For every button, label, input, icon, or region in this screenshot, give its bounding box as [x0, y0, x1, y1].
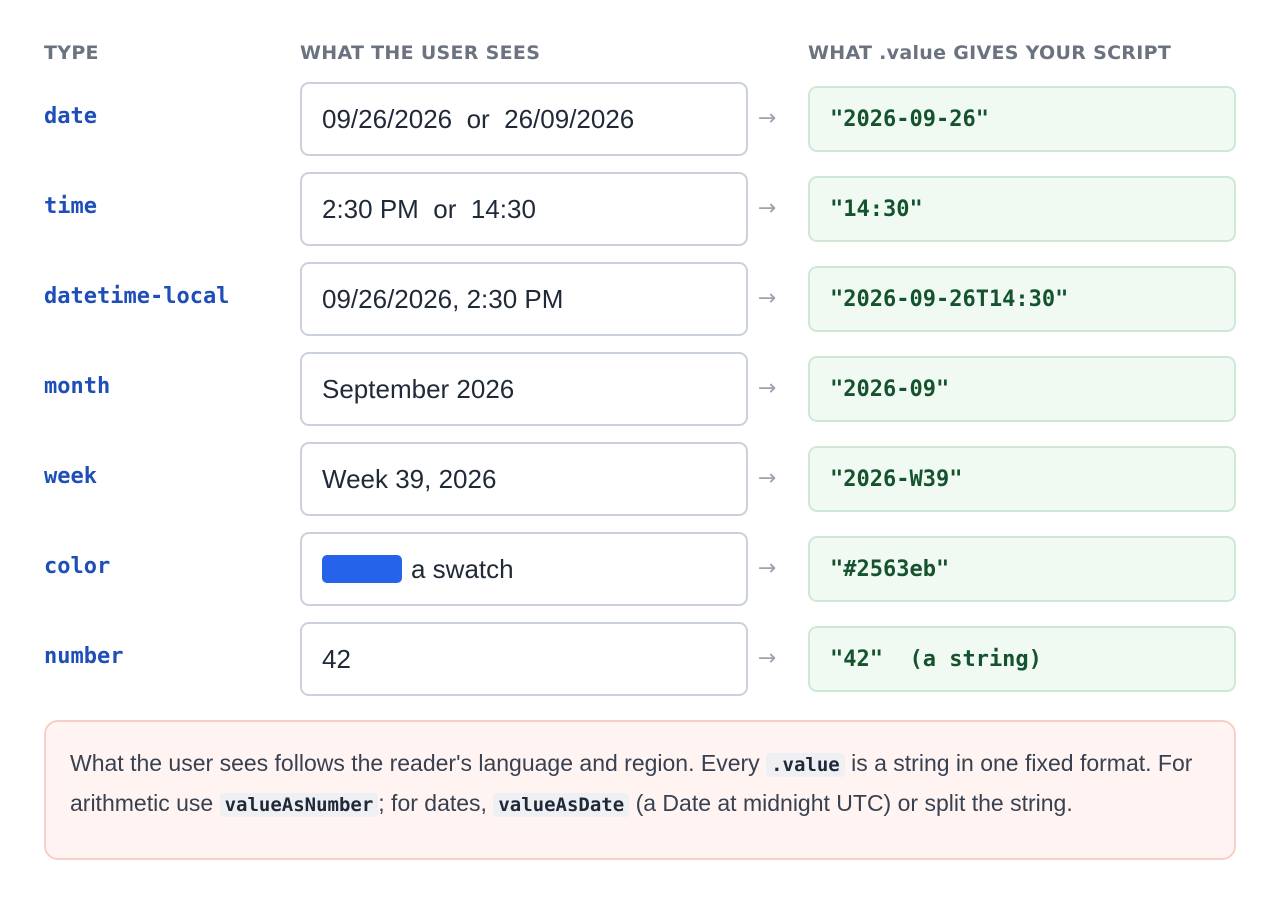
note-code-value-as-date: valueAsDate — [493, 793, 630, 817]
user-sees-box: Week 39, 2026 — [300, 442, 748, 516]
table-row: week Week 39, 2026 → "2026-W39" — [44, 442, 1236, 532]
user-sees-box: 09/26/2026, 2:30 PM — [300, 262, 748, 336]
locale-note: What the user sees follows the reader's … — [44, 720, 1236, 860]
script-value-box: "14:30" — [808, 176, 1236, 242]
header-what-value-gives: WHAT .value GIVES YOUR SCRIPT — [808, 42, 1172, 64]
user-sees-box: September 2026 — [300, 352, 748, 426]
type-name: color — [44, 554, 111, 579]
script-value-box: "2026-W39" — [808, 446, 1236, 512]
script-value-text: "14:30" — [830, 196, 923, 222]
color-swatch — [322, 555, 402, 583]
user-sees-text: September 2026 — [322, 373, 515, 404]
user-sees-text: Week 39, 2026 — [322, 463, 497, 494]
header-what-user-sees: WHAT THE USER SEES — [300, 42, 541, 64]
user-sees-text: 09/26/2026, 2:30 PM — [322, 283, 564, 314]
header-type: TYPE — [44, 42, 99, 64]
script-value-box: "#2563eb" — [808, 536, 1236, 602]
user-sees-text: 2:30 PM or 14:30 — [322, 193, 536, 224]
script-value-box: "2026-09-26" — [808, 86, 1236, 152]
arrow-right-icon: → — [757, 466, 777, 491]
script-value-text: "42" (a string) — [830, 646, 1042, 672]
arrow-right-icon: → — [757, 196, 777, 221]
script-value-box: "2026-09-26T14:30" — [808, 266, 1236, 332]
script-value-text: "#2563eb" — [830, 556, 950, 582]
user-sees-box: a swatch — [300, 532, 748, 606]
table-header: TYPE WHAT THE USER SEES WHAT .value GIVE… — [44, 40, 1236, 82]
type-name: week — [44, 464, 97, 489]
user-sees-text: a swatch — [411, 553, 514, 584]
note-text: What the user sees follows the reader's … — [70, 750, 767, 776]
arrow-right-icon: → — [757, 556, 777, 581]
script-value-text: "2026-09-26T14:30" — [830, 286, 1069, 312]
user-sees-box: 2:30 PM or 14:30 — [300, 172, 748, 246]
arrow-right-icon: → — [757, 286, 777, 311]
note-text: ; for dates, — [378, 790, 494, 816]
note-code-value: .value — [766, 753, 845, 777]
table-row: month September 2026 → "2026-09" — [44, 352, 1236, 442]
type-name: date — [44, 104, 97, 129]
table-row: number 42 → "42" (a string) — [44, 622, 1236, 712]
script-value-text: "2026-W39" — [830, 466, 963, 492]
type-name: month — [44, 374, 111, 399]
user-sees-box: 42 — [300, 622, 748, 696]
script-value-text: "2026-09" — [830, 376, 950, 402]
user-sees-text: 09/26/2026 or 26/09/2026 — [322, 103, 635, 134]
script-value-box: "42" (a string) — [808, 626, 1236, 692]
arrow-right-icon: → — [757, 106, 777, 131]
type-name: number — [44, 644, 124, 669]
note-text: (a Date at midnight UTC) or split the st… — [629, 790, 1073, 816]
script-value-box: "2026-09" — [808, 356, 1236, 422]
table-row: color a swatch → "#2563eb" — [44, 532, 1236, 622]
user-sees-text: 42 — [322, 643, 351, 674]
input-types-table: TYPE WHAT THE USER SEES WHAT .value GIVE… — [44, 40, 1236, 712]
script-value-text: "2026-09-26" — [830, 106, 989, 132]
arrow-right-icon: → — [757, 646, 777, 671]
type-name: time — [44, 194, 97, 219]
type-name: datetime-local — [44, 284, 230, 309]
table-row: datetime-local 09/26/2026, 2:30 PM → "20… — [44, 262, 1236, 352]
arrow-right-icon: → — [757, 376, 777, 401]
table-row: date 09/26/2026 or 26/09/2026 → "2026-09… — [44, 82, 1236, 172]
note-code-value-as-number: valueAsNumber — [219, 793, 379, 817]
user-sees-box: 09/26/2026 or 26/09/2026 — [300, 82, 748, 156]
table-row: time 2:30 PM or 14:30 → "14:30" — [44, 172, 1236, 262]
